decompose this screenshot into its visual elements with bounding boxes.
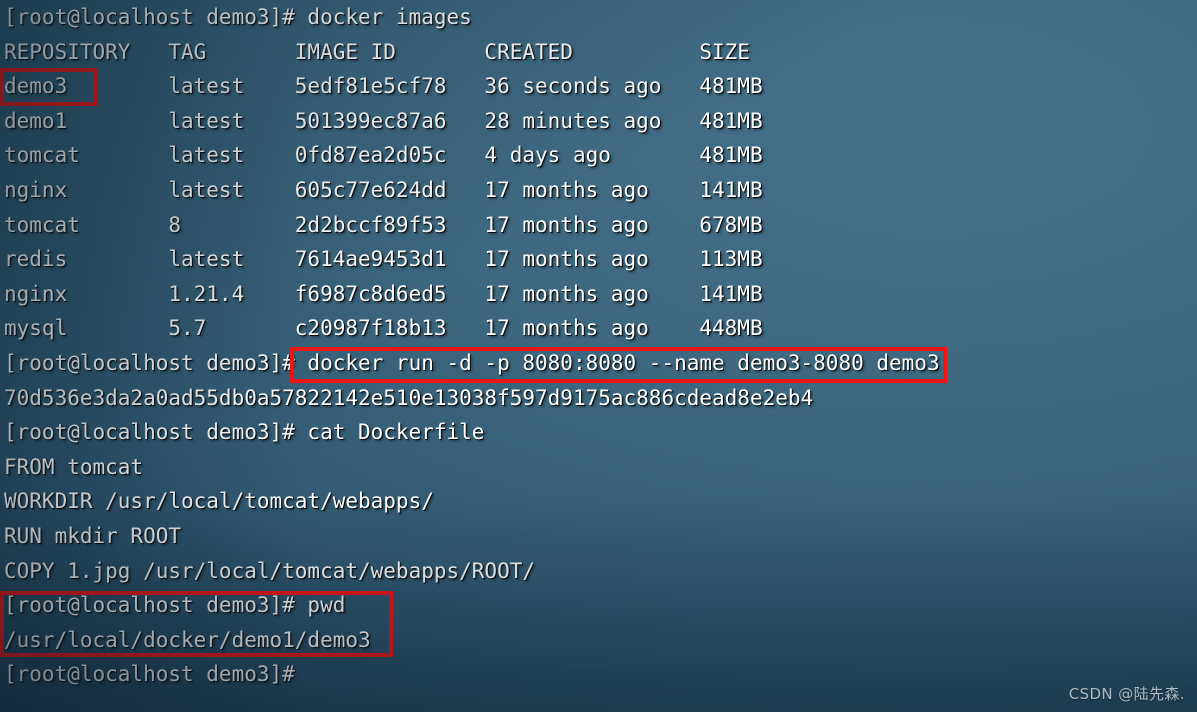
terminal-line-pwd-output: /usr/local/docker/demo1/demo3 [4,627,371,652]
table-row: tomcat 8 2d2bccf89f53 17 months ago 678M… [4,212,763,237]
dockerfile-line-copy: COPY 1.jpg /usr/local/tomcat/webapps/ROO… [4,558,536,583]
table-row: nginx 1.21.4 f6987c8d6ed5 17 months ago … [4,281,763,306]
terminal-line-prompt-current: [root@localhost demo3]# [4,662,295,687]
terminal-line-prompt-pwd: [root@localhost demo3]# pwd [4,593,346,618]
terminal-line-container-id: 70d536e3da2a0ad55db0a57822142e510e13038f… [4,385,814,410]
table-row: demo3 latest 5edf81e5cf78 36 seconds ago… [4,74,763,99]
table-row: redis latest 7614ae9453d1 17 months ago … [4,247,763,272]
table-row: demo1 latest 501399ec87a6 28 minutes ago… [4,108,763,133]
terminal-line-prompt-docker-images: [root@localhost demo3]# docker images [4,5,472,29]
terminal-screen: [root@localhost demo3]# docker images RE… [0,0,1197,712]
table-row: tomcat latest 0fd87ea2d05c 4 days ago 48… [4,143,763,168]
dockerfile-line-run: RUN mkdir ROOT [4,524,182,548]
dockerfile-line-workdir: WORKDIR /usr/local/tomcat/webapps/ [4,489,434,514]
table-row: mysql 5.7 c20987f18b13 17 months ago 448… [4,316,763,341]
table-header-row: REPOSITORY TAG IMAGE ID CREATED SIZE [4,39,750,64]
terminal-line-prompt-cat-dockerfile: [root@localhost demo3]# cat Dockerfile [4,420,485,445]
terminal-line-prompt-docker-run: [root@localhost demo3]# docker run -d -p… [4,351,940,375]
table-row: nginx latest 605c77e624dd 17 months ago … [4,178,763,202]
watermark: CSDN @陆先森. [1068,685,1185,703]
dockerfile-line-from: FROM tomcat [4,454,144,479]
